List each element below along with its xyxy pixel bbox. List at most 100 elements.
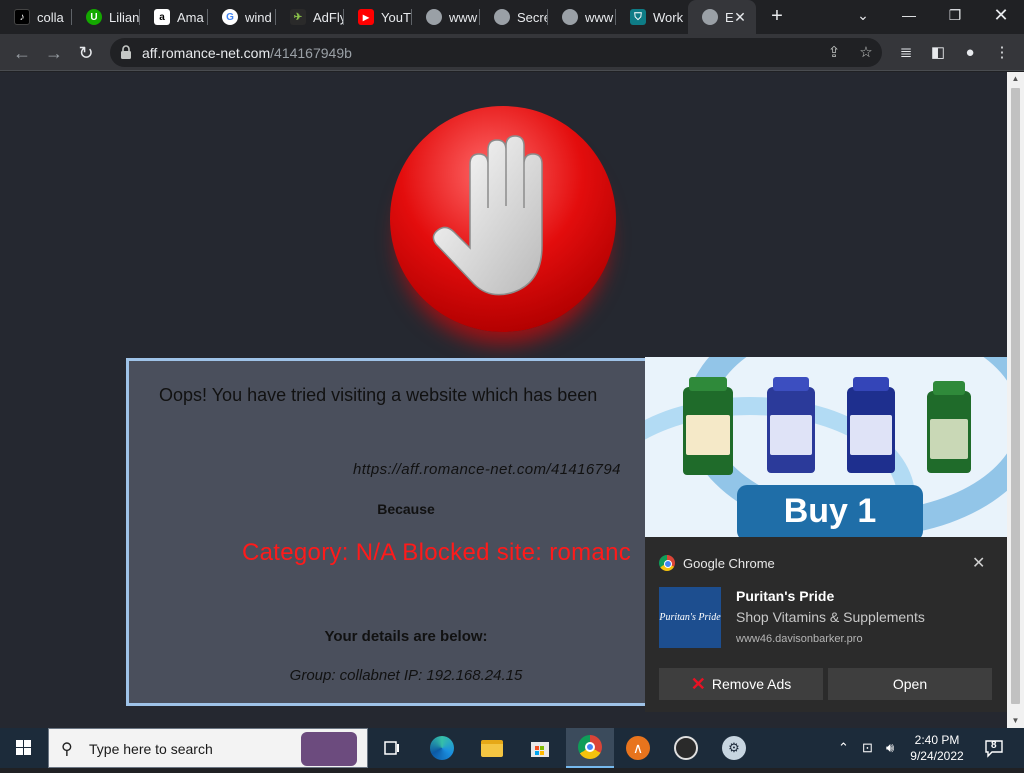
globe-icon xyxy=(426,9,442,25)
tray-chevron-icon[interactable]: ⌃ xyxy=(838,740,849,756)
ad-banner-image: Buy 1 xyxy=(645,357,1007,537)
tab-label: Ama xyxy=(177,9,204,25)
address-bar[interactable]: aff.romance-net.com/414167949b ⇪ ☆ xyxy=(110,38,882,67)
notification-header: Google Chrome xyxy=(659,555,775,571)
vitamin-bottle-icon xyxy=(683,377,733,475)
tab-11-active[interactable]: E ✕ xyxy=(688,0,756,34)
steam-icon[interactable]: ⚙ xyxy=(710,728,758,768)
browser-toolbar: ← → ↻ aff.romance-net.com/414167949b ⇪ ☆… xyxy=(0,34,1024,71)
puritans-pride-logo: Puritan's Pride xyxy=(659,587,721,648)
microsoft-store-icon[interactable] xyxy=(516,728,564,768)
globe-icon xyxy=(702,9,718,25)
search-placeholder: Type here to search xyxy=(89,741,213,757)
tab-label: Secre xyxy=(517,9,548,25)
vitamin-bottle-icon xyxy=(847,377,895,473)
tab-6[interactable]: ▶ YouT xyxy=(344,0,412,34)
menu-kebab-icon[interactable]: ⋮ xyxy=(992,43,1012,63)
upwork-icon: U xyxy=(86,9,102,25)
maximize-button[interactable]: ❐ xyxy=(932,0,978,30)
reload-icon[interactable]: ↻ xyxy=(72,39,100,67)
profile-icon[interactable]: ● xyxy=(960,43,980,63)
new-tab-button[interactable]: + xyxy=(765,5,789,29)
open-label: Open xyxy=(892,676,928,692)
network-icon[interactable]: ⊡ xyxy=(862,740,873,756)
vertical-scrollbar[interactable]: ▲ ▼ xyxy=(1007,72,1024,728)
adfly-icon: ✈ xyxy=(290,9,306,25)
tab-10[interactable]: ⛉ Work xyxy=(616,0,686,34)
because-label: Because xyxy=(377,501,435,517)
google-icon: G xyxy=(222,9,238,25)
red-x-icon: ✕ xyxy=(690,673,706,694)
amazon-icon: a xyxy=(154,9,170,25)
file-explorer-icon[interactable] xyxy=(468,728,516,768)
close-window-button[interactable]: ✕ xyxy=(978,0,1024,30)
forward-arrow-icon[interactable]: → xyxy=(40,39,68,67)
side-panel-icon[interactable]: ◧ xyxy=(928,43,948,63)
share-icon[interactable]: ⇪ xyxy=(824,43,844,63)
chrome-icon xyxy=(659,555,675,571)
back-arrow-icon[interactable]: ← xyxy=(8,39,36,67)
close-notification-icon[interactable]: ✕ xyxy=(972,553,985,573)
tab-5[interactable]: ✈ AdFly xyxy=(276,0,344,34)
url-host: aff.romance-net.com xyxy=(142,45,271,61)
notification-site: www46.davisonbarker.pro xyxy=(736,633,863,645)
tab-4[interactable]: G wind xyxy=(208,0,276,34)
block-message: Oops! You have tried visiting a website … xyxy=(159,385,598,405)
tab-search-chevron-icon[interactable]: ⌄ xyxy=(840,0,886,30)
taskbar-search-box[interactable]: ⚲ Type here to search xyxy=(48,728,368,768)
tab-3[interactable]: a Ama xyxy=(140,0,208,34)
obs-icon[interactable] xyxy=(662,728,710,768)
notification-title: Puritan's Pride xyxy=(736,588,835,604)
minimize-button[interactable]: — xyxy=(886,0,932,30)
notification-center-icon[interactable]: 8 xyxy=(984,738,1004,758)
tab-9[interactable]: www xyxy=(548,0,616,34)
app-orange-icon[interactable]: ∧ xyxy=(614,728,662,768)
taskbar-clock[interactable]: 2:40 PM 9/24/2022 xyxy=(906,732,968,764)
group-ip-text: Group: collabnet IP: 192.168.24.15 xyxy=(289,667,523,684)
stop-hand-icon xyxy=(390,106,616,332)
edge-icon[interactable] xyxy=(418,728,466,768)
scroll-down-arrow-icon[interactable]: ▼ xyxy=(1007,714,1024,728)
scrollbar-thumb[interactable] xyxy=(1011,88,1020,704)
windows-taskbar: ⚲ Type here to search ∧ ⚙ ⌃ ⊡ 🔊︎ 2:40 PM… xyxy=(0,728,1024,768)
notification-subtitle: Shop Vitamins & Supplements xyxy=(736,609,925,625)
globe-icon xyxy=(562,9,578,25)
scroll-up-arrow-icon[interactable]: ▲ xyxy=(1007,72,1024,86)
task-view-icon[interactable] xyxy=(368,728,416,768)
tab-label: wind xyxy=(245,9,272,25)
open-button[interactable]: Open xyxy=(828,668,992,700)
volume-icon[interactable]: 🔊︎ xyxy=(886,740,894,756)
tab-1[interactable]: ♪ colla xyxy=(0,0,72,34)
vitamin-bottle-icon xyxy=(927,381,971,473)
tiktok-icon: ♪ xyxy=(14,9,30,25)
tab-2[interactable]: U Lilian xyxy=(72,0,140,34)
tab-label: Work xyxy=(653,9,684,25)
details-heading: Your details are below: xyxy=(324,628,488,645)
search-icon: ⚲ xyxy=(61,741,73,758)
chrome-notification[interactable]: Buy 1 Google Chrome ✕ Puritan's Pride Pu… xyxy=(645,357,1007,712)
block-message-panel: Oops! You have tried visiting a website … xyxy=(126,358,686,706)
chrome-taskbar-icon[interactable] xyxy=(566,728,614,768)
notification-count: 8 xyxy=(991,740,997,751)
start-button[interactable] xyxy=(0,728,48,768)
globe-icon xyxy=(494,9,510,25)
tab-label: www xyxy=(449,9,478,25)
remove-ads-button[interactable]: ✕ Remove Ads xyxy=(659,668,823,700)
media-control-icon[interactable]: ≣ xyxy=(896,43,916,63)
clock-time: 2:40 PM xyxy=(914,733,960,747)
notification-app-name: Google Chrome xyxy=(683,555,775,571)
tab-7[interactable]: www xyxy=(412,0,480,34)
tab-strip: ♪ colla U Lilian a Ama G wind ✈ AdFly ▶ … xyxy=(0,0,1024,34)
tab-8[interactable]: Secre xyxy=(480,0,548,34)
tab-label: YouT xyxy=(381,9,411,25)
url-path: /414167949b xyxy=(270,45,352,61)
vitamin-bottle-icon xyxy=(767,377,815,473)
close-tab-icon[interactable]: ✕ xyxy=(732,9,748,25)
windows-logo-icon xyxy=(16,740,31,755)
ad-buy-text: Buy 1 xyxy=(737,485,923,537)
youtube-icon: ▶ xyxy=(358,9,374,25)
search-highlight-image xyxy=(301,732,357,766)
tab-label: Lilian xyxy=(109,9,140,25)
bookmark-star-icon[interactable]: ☆ xyxy=(856,43,876,63)
tab-label: colla xyxy=(37,9,64,25)
